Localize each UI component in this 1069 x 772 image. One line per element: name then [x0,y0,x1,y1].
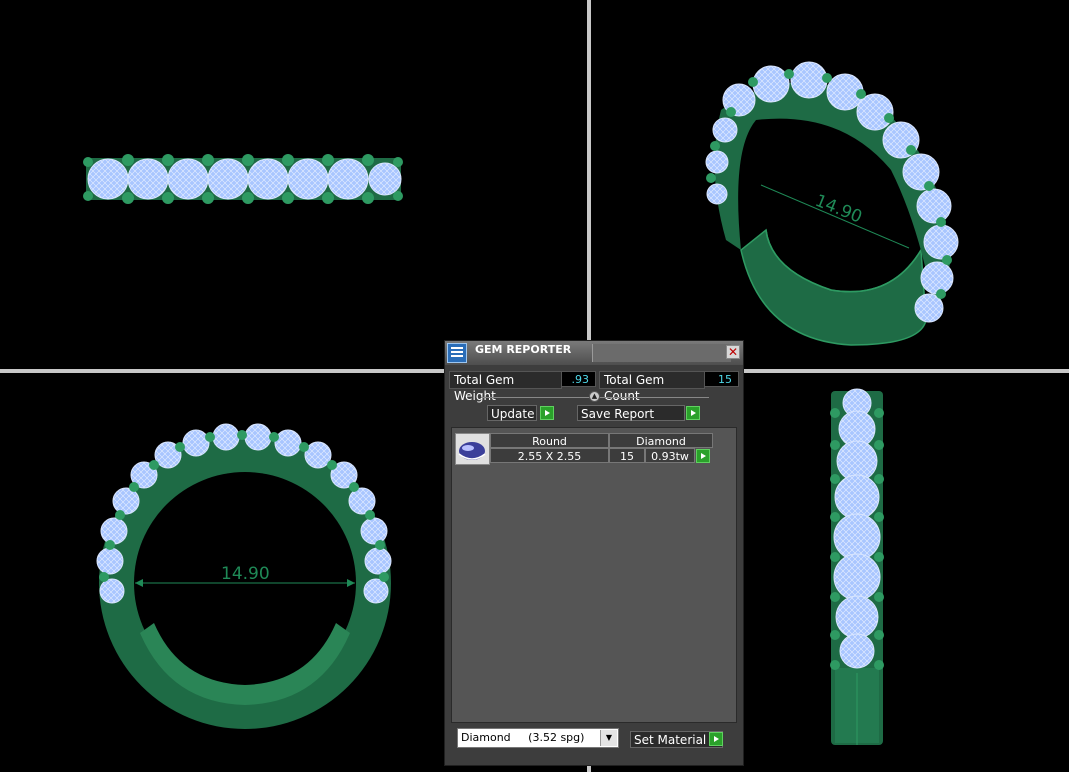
gem-weight-cell[interactable]: 0.93tw [645,448,695,463]
total-gem-weight-value: .93 [561,371,596,387]
perspective-dimension-label: 14.90 [812,191,865,228]
viewport-perspective[interactable]: 14.90 [591,0,1069,369]
material-select[interactable]: Diamond (3.52 spg) ▼ [457,728,619,748]
save-report-play-arrow-icon[interactable] [686,406,700,420]
ring-perspective-model: 14.90 [705,61,959,346]
chevron-down-icon[interactable]: ▼ [600,730,617,746]
viewport-top-view[interactable] [0,0,587,369]
set-material-play-arrow-icon[interactable] [709,732,723,746]
gem-size-cell[interactable]: 2.55 X 2.55 [490,448,609,463]
material-select-name: Diamond [461,731,511,744]
gem-reporter-panel: GEM REPORTER ✕ Total Gem Weight .93 Tota… [444,340,744,766]
front-dimension-label: 14.90 [221,564,270,584]
update-button[interactable]: Update [487,405,537,421]
total-gem-count-label: Total Gem Count [599,371,705,403]
update-play-arrow-icon[interactable] [540,406,554,420]
panel-titlebar[interactable]: GEM REPORTER ✕ [445,341,743,365]
gem-reporter-icon [447,343,467,363]
shape-header: Round [490,433,609,448]
material-header: Diamond [609,433,713,448]
gem-list[interactable]: Round Diamond 2.55 X 2.55 15 0.93tw [451,427,737,723]
close-icon[interactable]: ✕ [726,345,740,359]
ring-top-view-model [83,154,403,204]
panel-title: GEM REPORTER [475,343,572,356]
gem-thumbnail-icon[interactable] [455,433,490,465]
total-gem-count-value: 15 [704,371,739,387]
gem-row-play-arrow-icon[interactable] [696,449,710,463]
gem-count-cell[interactable]: 15 [609,448,645,463]
material-select-density: (3.52 spg) [528,731,585,744]
panel-title-tab [592,344,731,362]
slider-knob-icon[interactable]: ▲ [589,391,600,402]
total-gem-weight-label: Total Gem Weight [449,371,562,403]
save-report-button[interactable]: Save Report [577,405,685,421]
